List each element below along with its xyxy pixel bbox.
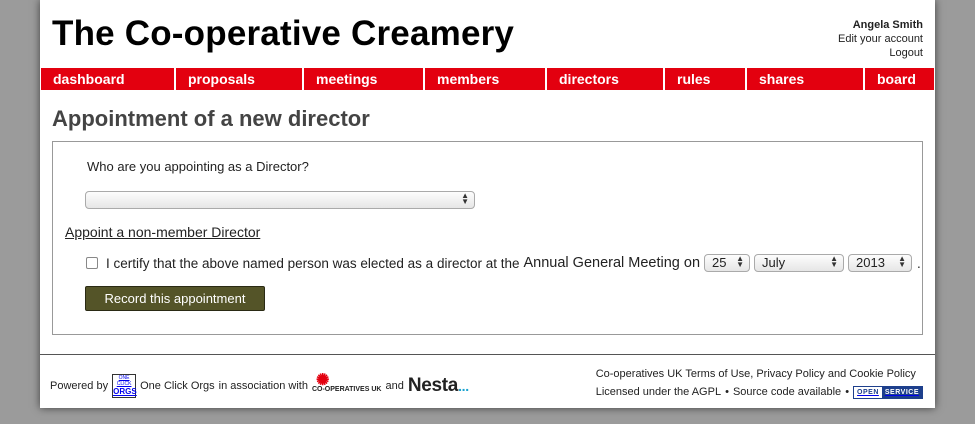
year-value: 2013 xyxy=(856,255,885,270)
oco-logo-mark: ORGS xyxy=(113,387,137,396)
site-title: The Co-operative Creamery xyxy=(52,14,515,53)
badge-service-text: SERVICE xyxy=(881,386,922,398)
nesta-logo[interactable]: Nesta... xyxy=(408,375,469,397)
day-value: 25 xyxy=(712,255,727,270)
director-select[interactable]: ▲ ▼ xyxy=(85,191,475,209)
oco-logo-top: ONE CLICK xyxy=(116,375,132,387)
one-click-orgs-link[interactable]: One Click Orgs xyxy=(140,380,215,392)
appointment-form: Who are you appointing as a Director? ▲ ▼… xyxy=(52,141,923,335)
page: The Co-operative Creamery Angela Smith E… xyxy=(40,0,935,408)
meeting-text: Annual General Meeting on xyxy=(523,255,701,271)
day-select[interactable]: 25 ▲ ▼ xyxy=(704,254,751,272)
nav-meetings[interactable]: meetings xyxy=(304,68,423,90)
period: . xyxy=(917,255,921,271)
nav-rules[interactable]: rules xyxy=(665,68,745,90)
and-label: and xyxy=(385,380,404,392)
terms-link[interactable]: Terms of Use xyxy=(685,368,750,380)
nesta-text: Nesta xyxy=(407,375,459,396)
footer-legal: Co-operatives UK Terms of Use, Privacy P… xyxy=(596,366,923,400)
record-appointment-button[interactable]: Record this appointment xyxy=(85,286,265,311)
coop-bird-icon: ✺ xyxy=(315,371,330,389)
source-code-link[interactable]: Source code available xyxy=(733,384,841,400)
month-value: July xyxy=(762,255,786,270)
cooperatives-uk-logo[interactable]: ✺ CO-OPERATIVES UK xyxy=(312,372,382,393)
nav-proposals[interactable]: proposals xyxy=(176,68,302,90)
association-label: in association with xyxy=(218,380,308,392)
privacy-link[interactable]: Privacy Policy xyxy=(756,368,824,380)
comma: , xyxy=(750,368,754,380)
select-arrows-icon: ▲ ▼ xyxy=(736,254,745,269)
edit-account-link[interactable]: Edit your account xyxy=(838,32,923,46)
nav-dashboard[interactable]: dashboard xyxy=(41,68,174,90)
bullet: • xyxy=(725,386,729,398)
nonmember-director-link[interactable]: Appoint a non-member Director xyxy=(65,224,260,240)
cookie-link[interactable]: Cookie Policy xyxy=(849,368,916,380)
select-arrows-icon: ▲ ▼ xyxy=(830,254,839,269)
certify-checkbox[interactable] xyxy=(86,257,98,269)
nesta-dots: ... xyxy=(458,378,469,394)
user-name: Angela Smith xyxy=(852,19,923,31)
powered-by-label: Powered by xyxy=(50,380,109,392)
nav-board[interactable]: board xyxy=(865,68,934,90)
month-select[interactable]: July ▲ ▼ xyxy=(754,254,845,272)
certify-row: I certify that the above named person wa… xyxy=(86,254,921,272)
account-menu: Angela Smith Edit your account Logout xyxy=(838,18,923,60)
one-click-orgs-logo[interactable]: ONE CLICK ORGS xyxy=(112,374,137,398)
coops-uk-label: Co-operatives UK xyxy=(595,368,683,380)
select-arrows-icon: ▲ ▼ xyxy=(461,191,469,206)
nav-members[interactable]: members xyxy=(425,68,545,90)
director-question-label: Who are you appointing as a Director? xyxy=(87,159,309,174)
badge-open-text: OPEN xyxy=(854,386,882,398)
agpl-link[interactable]: Licensed under the AGPL xyxy=(596,384,721,400)
footer-divider xyxy=(40,354,935,355)
footer-legal-line1: Co-operatives UK Terms of Use, Privacy P… xyxy=(596,366,923,382)
select-arrows-icon: ▲ ▼ xyxy=(898,254,907,269)
nav-directors[interactable]: directors xyxy=(547,68,663,90)
and-label-2: and xyxy=(827,368,847,380)
page-heading: Appointment of a new director xyxy=(52,106,370,131)
year-select[interactable]: 2013 ▲ ▼ xyxy=(848,254,913,272)
footer-credits: Powered by ONE CLICK ORGS One Click Orgs… xyxy=(50,372,469,398)
bullet: • xyxy=(845,386,850,398)
open-service-badge[interactable]: OPEN SERVICE xyxy=(853,385,923,399)
main-nav: dashboard proposals meetings members dir… xyxy=(41,68,934,90)
certify-text: I certify that the above named person wa… xyxy=(106,255,520,271)
footer-legal-line2: Licensed under the AGPL • Source code av… xyxy=(596,384,923,400)
logout-link[interactable]: Logout xyxy=(838,46,923,60)
nav-shares[interactable]: shares xyxy=(747,68,863,90)
